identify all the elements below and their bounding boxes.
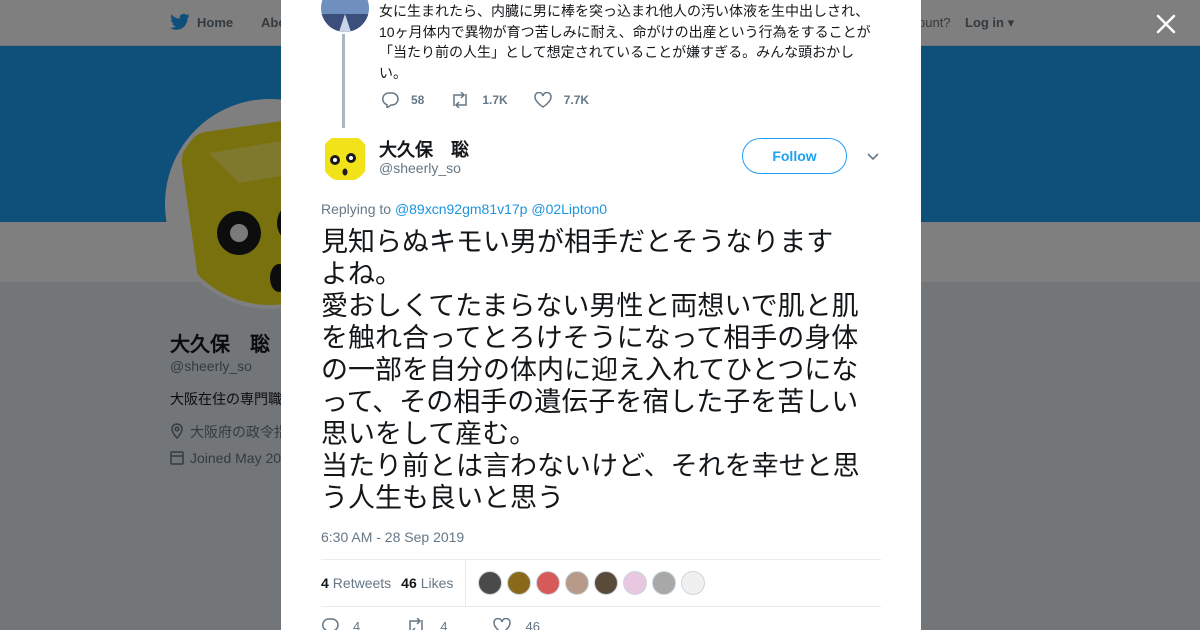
replying-to-user-1[interactable]: @89xcn92gm81v17p (395, 201, 528, 217)
tweet-modal: 女に生まれたら、内臓に男に棒を突っ込まれ他人の汚い体液を生中出しされ、 10ヶ月… (281, 0, 921, 630)
close-icon[interactable] (1154, 12, 1178, 36)
liker-avatars (478, 571, 710, 595)
retweets-count: 4 (321, 575, 329, 591)
reply-icon (321, 618, 339, 630)
chevron-down-icon[interactable] (866, 150, 880, 164)
liker-avatar[interactable] (681, 571, 705, 595)
parent-like-count: 7.7K (563, 93, 590, 107)
liker-avatar[interactable] (565, 571, 589, 595)
replying-to-label: Replying to (321, 201, 392, 217)
parent-retweet-count: 1.7K (482, 93, 508, 107)
tweet-author-handle[interactable]: @sheerly_so (379, 160, 461, 176)
liker-avatar[interactable] (536, 571, 560, 595)
parent-tweet-text: 女に生まれたら、内臓に男に棒を突っ込まれ他人の汚い体液を生中出しされ、 10ヶ月… (379, 3, 871, 81)
retweet-button[interactable]: 4 (406, 618, 447, 630)
parent-like-button[interactable]: 7.7K (533, 92, 590, 108)
parent-tweet-actions: 58 1.7K 7.7K (381, 92, 615, 108)
likes-count: 46 (401, 575, 417, 591)
tweet-text: 見知らぬキモい男が相手だとそうなります よね。 愛おしくてたまらない男性と両想い… (321, 227, 860, 513)
retweet-count: 4 (440, 618, 448, 630)
parent-tweet-avatar[interactable] (321, 0, 369, 32)
retweet-icon (453, 92, 468, 108)
tweet-author-name[interactable]: 大久保 聡 (379, 136, 469, 162)
liker-avatar[interactable] (623, 571, 647, 595)
tweet-timestamp[interactable]: 6:30 AM - 28 Sep 2019 (321, 529, 464, 545)
liker-avatar[interactable] (652, 571, 676, 595)
tweet-actions: 4 4 46 (321, 618, 586, 630)
parent-retweet-button[interactable]: 1.7K (450, 92, 508, 108)
liker-avatar[interactable] (478, 571, 502, 595)
reply-count: 4 (353, 618, 361, 630)
thread-line (342, 34, 345, 128)
retweet-icon (409, 618, 423, 630)
parent-reply-count: 58 (411, 93, 425, 107)
retweets-stat[interactable]: 4 Retweets (321, 575, 391, 591)
reply-icon (381, 92, 399, 108)
liker-avatar[interactable] (594, 571, 618, 595)
likes-label: Likes (420, 575, 454, 591)
liker-avatar[interactable] (507, 571, 531, 595)
tweet-stats: 4 Retweets 46 Likes (321, 559, 881, 607)
heart-icon (493, 618, 512, 630)
tweet-author-avatar[interactable] (321, 134, 369, 182)
retweets-label: Retweets (332, 575, 392, 591)
replying-to-user-2[interactable]: @02Lipton0 (531, 201, 607, 217)
reply-button[interactable]: 4 (321, 618, 360, 630)
replying-to: Replying to @89xcn92gm81v17p @02Lipton0 (321, 201, 607, 217)
stats-divider (465, 560, 466, 606)
like-count: 46 (525, 618, 540, 630)
parent-reply-button[interactable]: 58 (381, 92, 424, 108)
likes-stat[interactable]: 46 Likes (401, 575, 453, 591)
follow-button[interactable]: Follow (742, 138, 847, 174)
heart-icon (533, 92, 552, 108)
like-button[interactable]: 46 (493, 618, 540, 630)
